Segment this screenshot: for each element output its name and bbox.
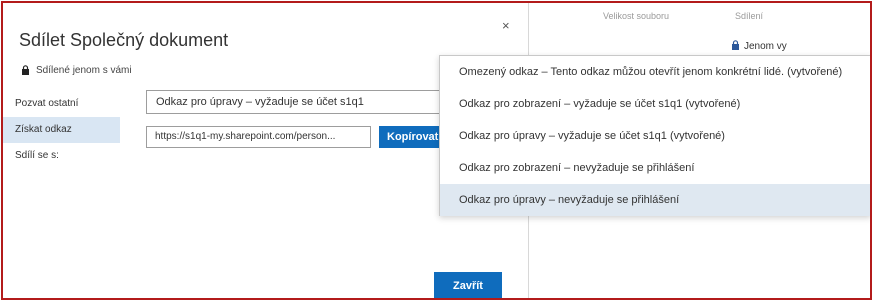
link-type-dropdown: Omezený odkaz – Tento odkaz můžou otevří… xyxy=(439,55,870,216)
dropdown-option[interactable]: Odkaz pro úpravy – vyžaduje se účet s1q1… xyxy=(440,120,870,152)
nav-shared-with[interactable]: Sdílí se s: xyxy=(3,143,120,169)
screenshot-frame: Velikost souboru Sdílení Jenom vy Sdílet… xyxy=(1,1,872,300)
column-sharing[interactable]: Sdílení xyxy=(735,11,763,21)
lock-icon xyxy=(731,40,740,50)
list-header: Velikost souboru Sdílení xyxy=(603,11,763,21)
dropdown-option-highlighted[interactable]: Odkaz pro úpravy – nevyžaduje se přihláš… xyxy=(440,184,870,216)
column-file-size[interactable]: Velikost souboru xyxy=(603,11,669,21)
sharing-value: Jenom vy xyxy=(744,41,787,52)
nav-invite-others[interactable]: Pozvat ostatní xyxy=(3,91,120,117)
link-url-field[interactable]: https://s1q1-my.sharepoint.com/person... xyxy=(146,126,371,148)
shared-status: Sdílené jenom s vámi xyxy=(21,65,132,76)
dropdown-option[interactable]: Omezený odkaz – Tento odkaz můžou otevří… xyxy=(440,56,870,88)
dialog-title: Sdílet Společný dokument xyxy=(19,30,229,50)
nav-get-link[interactable]: Získat odkaz xyxy=(3,117,120,143)
shared-status-text: Sdílené jenom s vámi xyxy=(36,65,132,76)
copy-button[interactable]: Kopírovat xyxy=(379,126,447,148)
close-icon[interactable]: × xyxy=(502,18,510,33)
dialog-nav: Pozvat ostatní Získat odkaz Sdílí se s: xyxy=(3,91,120,169)
close-button[interactable]: Zavřít xyxy=(434,272,502,298)
dropdown-option[interactable]: Odkaz pro zobrazení – vyžaduje se účet s… xyxy=(440,88,870,120)
lock-icon xyxy=(22,65,29,75)
dropdown-option[interactable]: Odkaz pro zobrazení – nevyžaduje se přih… xyxy=(440,152,870,184)
link-type-select[interactable]: Odkaz pro úpravy – vyžaduje se účet s1q1 xyxy=(146,90,446,114)
list-row-sharing: Jenom vy xyxy=(731,40,787,52)
